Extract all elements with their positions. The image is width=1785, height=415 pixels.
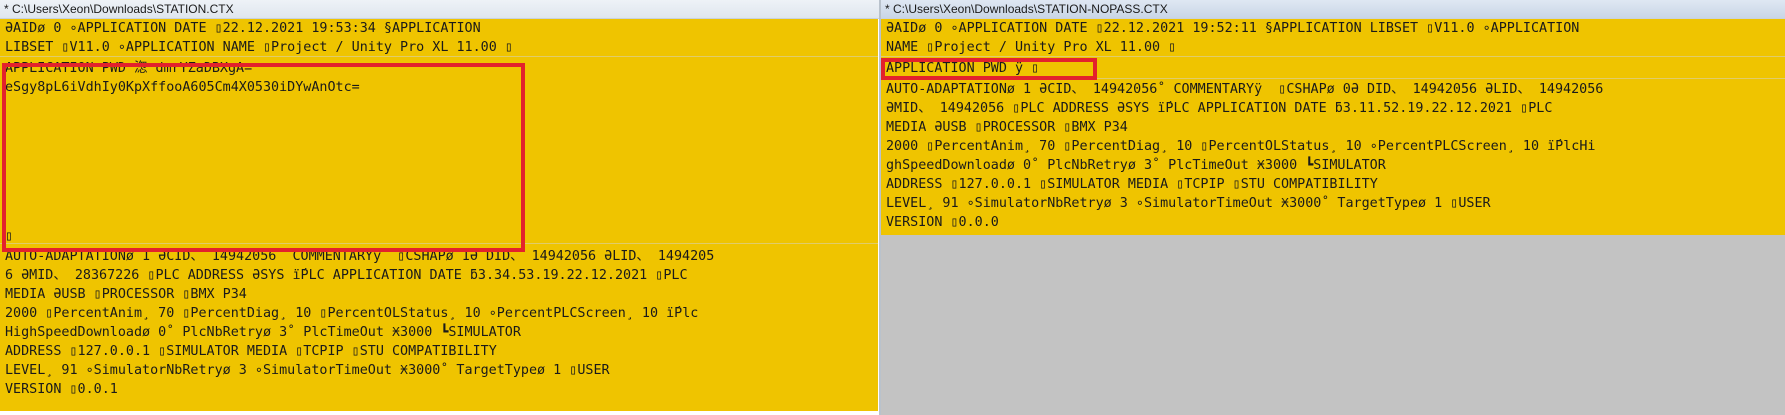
right-line-10: LEVEL¸ 91 ∘SimulatorNbRetryø 3 ∘Simulato… [886, 196, 1491, 211]
right-separator [881, 78, 1785, 79]
right-line-3: APPLICATION PWD ÿ ▯ [886, 61, 1040, 76]
left-file-title: * C:\Users\Xeon\Downloads\STATION.CTX [0, 0, 880, 19]
left-separator [0, 243, 878, 244]
left-line-7: 6 ƏMID、 28367226 ▯PLC ADDRESS ƏSYS ḯPLC … [5, 268, 688, 283]
left-line-13: VERSION ▯0.0.1 [5, 382, 118, 397]
left-line-9: 2000 ▯PercentAnim¸ 70 ▯PercentDiag¸ 10 ▯… [5, 306, 699, 321]
right-line-4: AUTO-ADAPTATIONø 1 ƏCID、 14942056˚ COMME… [886, 82, 1604, 97]
right-empty-area [881, 235, 1785, 415]
right-line-2: NAME ▯Project / Unity Pro XL 11.00 ▯ [886, 40, 1177, 55]
left-line-1: ƏAIDø 0 ∘APPLICATION DATE ▯22.12.2021 19… [5, 21, 481, 36]
right-line-11: VERSION ▯0.0.0 [886, 215, 999, 230]
left-line-11: ADDRESS ▯127.0.0.1 ▯SIMULATOR MEDIA ▯TCP… [5, 344, 497, 359]
left-line-10: HighSpeedDownloadø 0˚ PlcNbRetryø 3˚ Plc… [5, 325, 521, 340]
right-line-6: MEDIA ƏUSB ▯PROCESSOR ▯BMX P34 [886, 120, 1128, 135]
right-line-1: ƏAIDø 0 ∘APPLICATION DATE ▯22.12.2021 19… [886, 21, 1580, 36]
left-line-8: MEDIA ƏUSB ▯PROCESSOR ▯BMX P34 [5, 287, 247, 302]
left-line-6: AUTO-ADAPTATIONø 1 ƏCID、 14942056˚ COMME… [5, 249, 715, 264]
right-line-8: ghSpeedDownloadø 0˚ PlcNbRetryø 3˚ PlcTi… [886, 158, 1386, 173]
right-line-7: 2000 ▯PercentAnim¸ 70 ▯PercentDiag¸ 10 ▯… [886, 139, 1596, 154]
left-line-12: LEVEL¸ 91 ∘SimulatorNbRetryø 3 ∘Simulato… [5, 363, 610, 378]
left-line-5: ▯ [5, 229, 14, 244]
right-text-area[interactable]: ƏAIDø 0 ∘APPLICATION DATE ▯22.12.2021 19… [881, 19, 1785, 415]
left-line-3: APPLICATION PWD 淴 dmrYZaDBXgA= [5, 61, 253, 76]
right-file-title: * C:\Users\Xeon\Downloads\STATION-NOPASS… [881, 0, 1785, 19]
left-line-4: eSgy8pL6iVdhIy0KpXffooA605Cm4X0530iDYwAn… [5, 80, 360, 95]
right-line-5: ƏMID、 14942056 ▯PLC ADDRESS ƏSYS ḯPLC AP… [886, 101, 1553, 116]
right-editor-pane: * C:\Users\Xeon\Downloads\STATION-NOPASS… [881, 0, 1785, 415]
right-line-9: ADDRESS ▯127.0.0.1 ▯SIMULATOR MEDIA ▯TCP… [886, 177, 1378, 192]
left-editor-pane: * C:\Users\Xeon\Downloads\STATION.CTX ƏA… [0, 0, 880, 415]
left-line-2: LIBSET ▯V11.0 ∘APPLICATION NAME ▯Project… [5, 40, 513, 55]
left-text-area[interactable]: ƏAIDø 0 ∘APPLICATION DATE ▯22.12.2021 19… [0, 19, 878, 415]
